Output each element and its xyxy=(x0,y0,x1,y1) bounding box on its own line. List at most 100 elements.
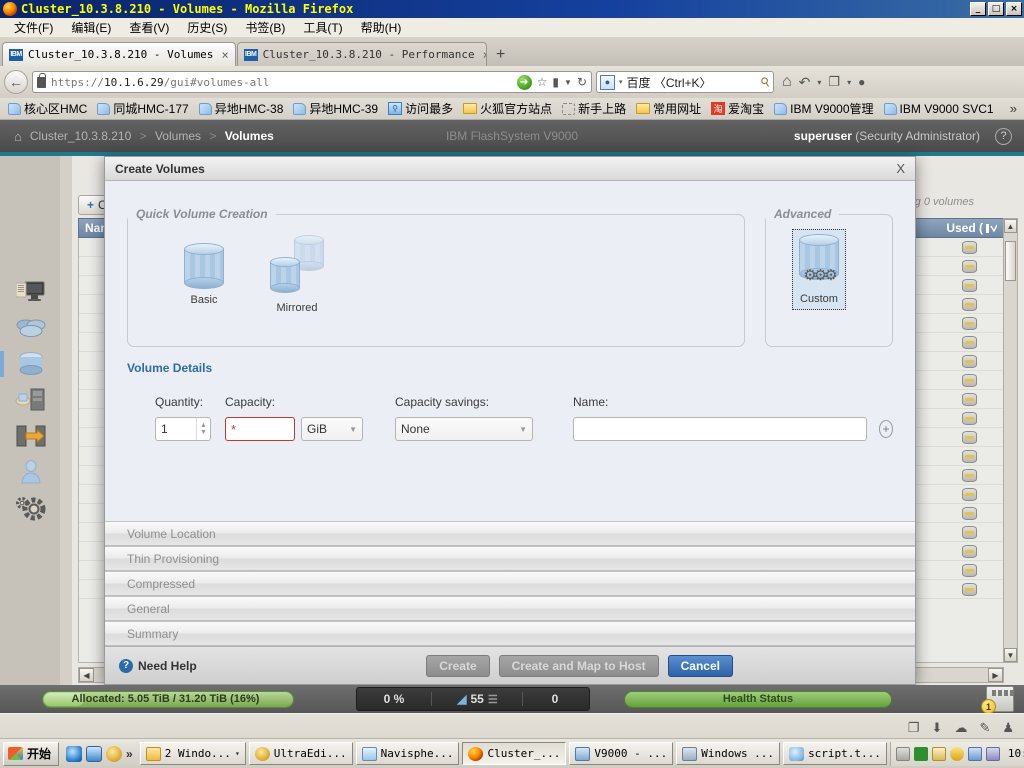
menu-tools[interactable]: 工具(T) xyxy=(295,17,350,38)
taskbar-button-windows[interactable]: Windows ... xyxy=(676,742,781,765)
section-thin-provisioning[interactable]: Thin Provisioning xyxy=(105,546,915,571)
dialog-close-icon[interactable]: X xyxy=(896,161,905,176)
history-back-icon[interactable]: ↶ xyxy=(799,74,811,91)
tab-volumes[interactable]: IBM Cluster_10.3.8.210 - Volumes × xyxy=(2,42,236,66)
taskbar-button-script[interactable]: script.t... xyxy=(783,742,887,765)
taskbar-button-windows-group[interactable]: 2 Windo... ▾ xyxy=(139,742,246,765)
home-icon[interactable]: ⌂ xyxy=(782,73,792,91)
breadcrumb-cluster[interactable]: Cluster_10.3.8.210 xyxy=(30,129,131,143)
cancel-button[interactable]: Cancel xyxy=(667,654,733,677)
glasses-icon[interactable]: ☁ xyxy=(954,720,967,736)
tray-java-icon[interactable] xyxy=(931,746,946,761)
section-summary[interactable]: Summary xyxy=(105,621,915,646)
taskbar-clock[interactable]: 10:14 xyxy=(1004,747,1024,760)
sidebar-item-copy-services[interactable] xyxy=(10,418,52,454)
performance-gauges[interactable]: 0 % ◢ 55 ☰ 0 xyxy=(356,687,590,711)
bookmark-hexin-hmc[interactable]: 核心区HMC xyxy=(4,99,91,118)
go-icon[interactable]: ➔ xyxy=(516,74,532,90)
chevron-down-icon[interactable]: ▾ xyxy=(847,78,851,87)
menu-help[interactable]: 帮助(H) xyxy=(353,17,410,38)
sidebar-item-pools[interactable] xyxy=(10,310,52,346)
bookmark-aitaobao[interactable]: 淘爱淘宝 xyxy=(707,99,768,118)
copy-icon[interactable]: ❐ xyxy=(908,720,920,736)
tile-custom[interactable]: ⚙⚙⚙ Custom xyxy=(792,229,846,310)
tray-network-icon[interactable] xyxy=(895,746,910,761)
tray-shield-icon[interactable] xyxy=(949,746,964,761)
section-compressed[interactable]: Compressed xyxy=(105,571,915,596)
taskbar-button-v9000[interactable]: V9000 - ... xyxy=(569,742,674,765)
sidebar-item-monitoring[interactable] xyxy=(10,274,52,310)
tab-close-icon[interactable]: × xyxy=(483,48,486,62)
chevron-down-icon[interactable]: ▼ xyxy=(564,78,572,87)
reload-icon[interactable]: ↻ xyxy=(577,75,587,89)
bookmark-firefox-official[interactable]: 火狐官方站点 xyxy=(459,99,556,118)
sidebar-item-access[interactable] xyxy=(10,454,52,490)
health-status-indicator[interactable]: Health Status xyxy=(624,690,892,708)
create-and-map-to-host-button[interactable]: Create and Map to Host xyxy=(498,654,659,677)
url-bar[interactable]: https://10.1.6.29/gui#volumes-all ➔ ☆ ▮ … xyxy=(32,71,592,93)
chevron-down-icon[interactable]: ▾ xyxy=(235,749,240,758)
bookmark-star-icon[interactable]: ☆ xyxy=(537,75,548,89)
internet-explorer-icon[interactable] xyxy=(66,745,83,762)
chevron-down-icon[interactable]: ▾ xyxy=(619,78,623,86)
scrollbar-thumb[interactable] xyxy=(1005,241,1016,281)
menu-file[interactable]: 文件(F) xyxy=(6,17,61,38)
maximize-button[interactable]: □ xyxy=(988,2,1004,16)
section-general[interactable]: General xyxy=(105,596,915,621)
tab-performance[interactable]: IBM Cluster_10.3.8.210 - Performance × xyxy=(236,42,487,66)
bookmark-ibm-v9000-admin[interactable]: IBM V9000管理 xyxy=(770,99,877,118)
menu-bookmarks[interactable]: 书签(B) xyxy=(237,17,293,38)
name-input[interactable] xyxy=(573,417,867,441)
need-help-link[interactable]: ? Need Help xyxy=(119,658,197,673)
menu-history[interactable]: 历史(S) xyxy=(179,17,235,38)
sidebar-item-volumes[interactable] xyxy=(0,346,52,382)
search-icon[interactable]: ⚲ xyxy=(758,74,773,91)
tab-close-icon[interactable]: × xyxy=(221,48,228,62)
bookmarks-overflow-icon[interactable]: » xyxy=(1010,101,1020,116)
bookmark-tongcheng-hmc-177[interactable]: 同城HMC-177 xyxy=(93,99,192,118)
column-header-used[interactable]: Used ( xyxy=(940,221,1003,235)
person-icon[interactable]: ♟ xyxy=(1002,720,1014,736)
reader-mode-icon[interactable]: ▮ xyxy=(552,75,559,89)
taskbar-button-ultraedit[interactable]: UltraEdi... xyxy=(248,742,353,765)
taskbar-button-navisphere[interactable]: Navisphe... xyxy=(355,742,460,765)
taskbar-button-cluster-firefox[interactable]: Cluster_... xyxy=(462,742,567,765)
expand-icon[interactable]: ↕ xyxy=(245,694,250,705)
tray-vm-icon[interactable] xyxy=(985,746,1000,761)
scroll-left-icon[interactable]: ◀ xyxy=(79,668,94,682)
sidebar-item-hosts[interactable] xyxy=(10,382,52,418)
minimize-button[interactable]: _ xyxy=(970,2,986,16)
tray-monitor-icon[interactable] xyxy=(913,746,928,761)
bookmark-ibm-v9000-svc1[interactable]: IBM V9000 SVC1 xyxy=(880,101,998,117)
close-button[interactable]: × xyxy=(1006,2,1022,16)
bookmark-most-visited[interactable]: ⚲ 访问最多 xyxy=(384,99,457,118)
bookmark-newbie[interactable]: 新手上路 xyxy=(558,99,630,118)
back-button[interactable]: ← xyxy=(4,70,28,94)
tile-basic[interactable]: Basic xyxy=(184,243,224,306)
scroll-down-icon[interactable]: ▼ xyxy=(1004,648,1017,662)
capacity-unit-select[interactable]: GiB ▼ xyxy=(301,417,363,441)
sidebar-item-settings[interactable] xyxy=(10,490,52,526)
capacity-savings-select[interactable]: None ▼ xyxy=(395,417,533,441)
search-bar[interactable]: ● ▾ 百度 〈Ctrl+K〉 ⚲ xyxy=(596,71,774,93)
scroll-up-icon[interactable]: ▲ xyxy=(1004,219,1017,233)
quick-launch-overflow-icon[interactable]: » xyxy=(126,747,133,761)
new-tab-button[interactable]: + xyxy=(488,44,514,66)
chat-icon[interactable]: ● xyxy=(858,75,865,89)
scroll-right-icon[interactable]: ▶ xyxy=(988,668,1003,682)
allocated-capacity-indicator[interactable]: Allocated: 5.05 TiB / 31.20 TiB (16%) ↕ xyxy=(42,690,294,708)
menu-view[interactable]: 查看(V) xyxy=(121,17,177,38)
home-icon[interactable]: ⌂ xyxy=(14,129,22,144)
chevron-down-icon[interactable]: ▾ xyxy=(817,78,821,87)
help-icon[interactable]: ? xyxy=(995,127,1012,145)
add-volume-row-button[interactable]: + xyxy=(879,420,893,438)
bookmark-yidi-hmc-39[interactable]: 异地HMC-39 xyxy=(289,99,382,118)
create-button[interactable]: Create xyxy=(426,654,490,677)
brush-icon[interactable]: ✎ xyxy=(979,720,990,736)
vertical-scrollbar[interactable]: ▲ ▼ xyxy=(1003,218,1018,663)
start-button[interactable]: 开始 xyxy=(3,741,60,766)
breadcrumb-volumes[interactable]: Volumes xyxy=(155,129,201,143)
show-desktop-icon[interactable] xyxy=(86,745,103,762)
tile-mirrored[interactable]: Mirrored xyxy=(264,235,330,314)
tray-sync-icon[interactable] xyxy=(967,746,982,761)
